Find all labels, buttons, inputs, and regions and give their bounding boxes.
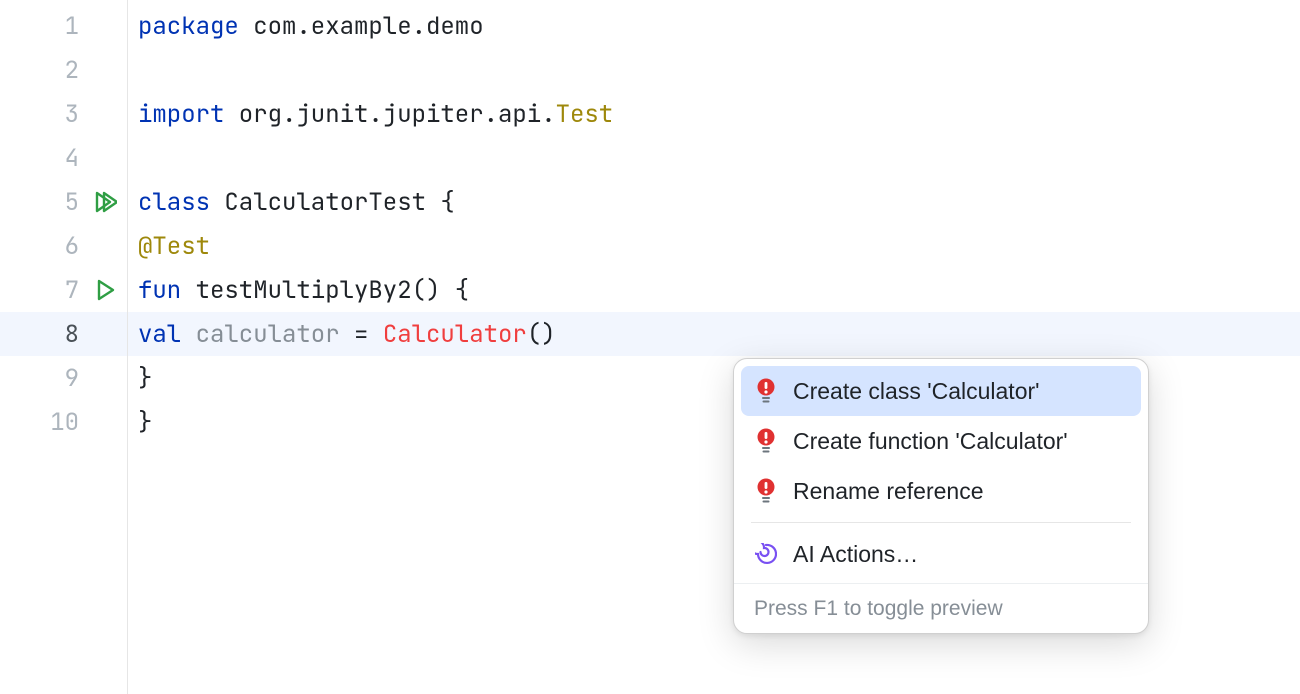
intention-create-class[interactable]: Create class 'Calculator' bbox=[741, 366, 1141, 416]
gutter-row[interactable]: 9 bbox=[0, 356, 127, 400]
gutter: 1 2 3 4 5 6 7 bbox=[0, 0, 128, 694]
popup-separator bbox=[751, 522, 1131, 523]
line-number: 4 bbox=[35, 143, 79, 174]
import-class: Test bbox=[556, 99, 614, 130]
equals: = bbox=[340, 319, 383, 350]
line-number: 10 bbox=[35, 407, 79, 438]
gutter-row[interactable]: 6 bbox=[0, 224, 127, 268]
gutter-row[interactable]: 7 bbox=[0, 268, 127, 312]
unresolved-reference: Calculator bbox=[383, 319, 527, 350]
variable-name: calculator bbox=[181, 319, 339, 350]
code-line[interactable] bbox=[128, 136, 1300, 180]
annotation-test: @Test bbox=[138, 231, 210, 262]
gutter-row[interactable]: 8 bbox=[0, 312, 127, 356]
brace-close: } bbox=[138, 407, 152, 438]
intention-label: Create class 'Calculator' bbox=[793, 378, 1040, 405]
package-path: com.example.demo bbox=[239, 11, 484, 42]
popup-footer-hint: Press F1 to toggle preview bbox=[734, 583, 1148, 633]
intention-create-function[interactable]: Create function 'Calculator' bbox=[741, 416, 1141, 466]
line-number: 3 bbox=[35, 99, 79, 130]
gutter-row[interactable]: 3 bbox=[0, 92, 127, 136]
run-class-icon[interactable] bbox=[91, 190, 119, 214]
function-name: testMultiplyBy2 bbox=[181, 275, 411, 306]
code-line[interactable]: package com.example.demo bbox=[128, 4, 1300, 48]
ai-spiral-icon bbox=[755, 543, 777, 565]
code-line[interactable] bbox=[128, 48, 1300, 92]
keyword-fun: fun bbox=[138, 275, 181, 306]
function-paren: () { bbox=[412, 275, 470, 306]
line-number: 5 bbox=[35, 187, 79, 218]
gutter-row[interactable]: 5 bbox=[0, 180, 127, 224]
code-line[interactable]: import org.junit.jupiter.api.Test bbox=[128, 92, 1300, 136]
gutter-row[interactable]: 1 bbox=[0, 4, 127, 48]
import-package: org.junit.jupiter.api. bbox=[224, 99, 555, 130]
bulb-error-icon bbox=[755, 378, 777, 404]
keyword-class: class bbox=[138, 187, 210, 218]
code-line-current[interactable]: val calculator = Calculator() bbox=[128, 312, 1300, 356]
gutter-row[interactable]: 4 bbox=[0, 136, 127, 180]
intention-label: Create function 'Calculator' bbox=[793, 428, 1068, 455]
code-line[interactable]: fun testMultiplyBy2() { bbox=[128, 268, 1300, 312]
line-number: 9 bbox=[35, 363, 79, 394]
intention-label: AI Actions… bbox=[793, 541, 918, 568]
line-number: 7 bbox=[35, 275, 79, 306]
brace-close: } bbox=[138, 363, 152, 394]
brace-open: { bbox=[440, 187, 454, 218]
intention-rename-reference[interactable]: Rename reference bbox=[741, 466, 1141, 516]
line-number: 2 bbox=[35, 55, 79, 86]
keyword-import: import bbox=[138, 99, 224, 130]
code-line[interactable]: @Test bbox=[128, 224, 1300, 268]
code-editor: 1 2 3 4 5 6 7 bbox=[0, 0, 1300, 694]
keyword-package: package bbox=[138, 11, 239, 42]
intention-actions-popup: Create class 'Calculator' Create functio… bbox=[733, 358, 1149, 634]
class-name: CalculatorTest bbox=[210, 187, 440, 218]
bulb-error-icon bbox=[755, 428, 777, 454]
line-number: 8 bbox=[35, 319, 79, 350]
keyword-val: val bbox=[138, 319, 181, 350]
call-paren: () bbox=[527, 319, 556, 350]
gutter-row[interactable]: 10 bbox=[0, 400, 127, 444]
line-number: 6 bbox=[35, 231, 79, 262]
code-line[interactable]: class CalculatorTest { bbox=[128, 180, 1300, 224]
bulb-error-icon bbox=[755, 478, 777, 504]
intention-ai-actions[interactable]: AI Actions… bbox=[741, 529, 1141, 579]
code-area[interactable]: package com.example.demo import org.juni… bbox=[128, 0, 1300, 694]
popup-footer-text: Press F1 to toggle preview bbox=[754, 597, 1003, 621]
run-method-icon[interactable] bbox=[91, 278, 119, 302]
gutter-row[interactable]: 2 bbox=[0, 48, 127, 92]
intention-label: Rename reference bbox=[793, 478, 984, 505]
line-number: 1 bbox=[35, 11, 79, 42]
